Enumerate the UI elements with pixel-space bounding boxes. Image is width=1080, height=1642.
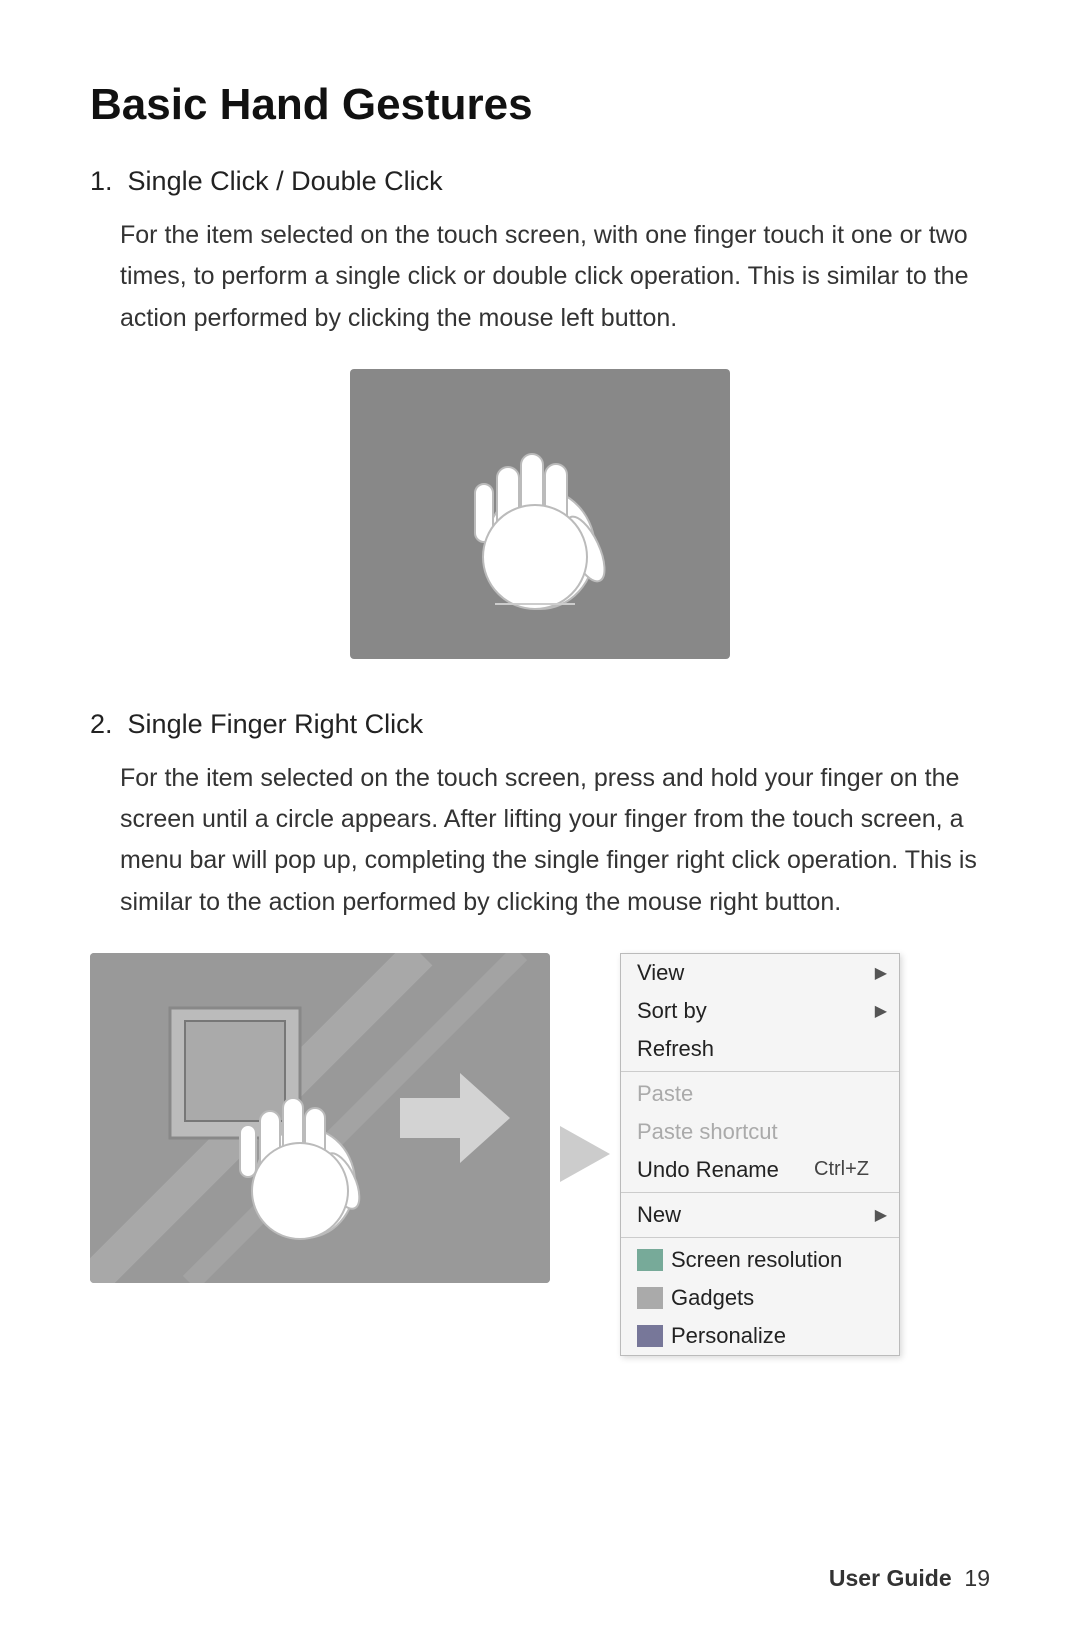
arrow-container [550,953,620,1356]
single-click-hand-icon [455,409,625,619]
single-click-gesture-box [350,369,730,659]
section1-body: For the item selected on the touch scree… [120,215,990,339]
right-click-gesture-box [90,953,550,1283]
right-arrow-icon [560,1126,610,1182]
right-click-layout: View Sort by Refresh Paste Paste shortcu… [90,953,990,1356]
menu-item-screen-resolution-label: Screen resolution [671,1247,842,1273]
menu-item-screen-resolution[interactable]: Screen resolution [621,1241,899,1279]
menu-item-refresh[interactable]: Refresh [621,1030,899,1068]
menu-item-sort-by[interactable]: Sort by [621,992,899,1030]
menu-separator-2 [621,1192,899,1193]
section2-body: For the item selected on the touch scree… [120,758,990,923]
section1-title: 1. Single Click / Double Click [90,166,990,197]
footer-page: 19 [964,1565,990,1591]
menu-item-personalize-label: Personalize [671,1323,786,1349]
menu-item-undo-rename-shortcut: Ctrl+Z [814,1158,869,1181]
menu-item-new-label: New [637,1202,681,1228]
menu-item-paste: Paste [621,1075,899,1113]
right-click-illustration [90,953,550,1283]
menu-item-paste-label: Paste [637,1081,693,1107]
menu-item-refresh-label: Refresh [637,1036,714,1062]
menu-item-new[interactable]: New [621,1196,899,1234]
menu-item-paste-shortcut-label: Paste shortcut [637,1119,778,1145]
menu-item-sort-by-label: Sort by [637,998,707,1024]
screen-resolution-icon [637,1249,663,1271]
menu-separator-1 [621,1071,899,1072]
gadgets-icon [637,1287,663,1309]
page-content: Basic Hand Gestures 1. Single Click / Do… [0,0,1080,1486]
menu-item-view-label: View [637,960,684,986]
menu-item-undo-rename[interactable]: Undo Rename Ctrl+Z [621,1151,899,1189]
section-right-click: 2. Single Finger Right Click For the ite… [90,709,990,1356]
menu-item-gadgets[interactable]: Gadgets [621,1279,899,1317]
menu-item-personalize[interactable]: Personalize [621,1317,899,1355]
footer: User Guide 19 [829,1565,990,1592]
section-single-click: 1. Single Click / Double Click For the i… [90,166,990,659]
footer-label: User Guide [829,1565,952,1591]
menu-separator-3 [621,1237,899,1238]
single-click-image-container [90,369,990,659]
personalize-icon [637,1325,663,1347]
menu-item-gadgets-label: Gadgets [671,1285,754,1311]
menu-item-paste-shortcut: Paste shortcut [621,1113,899,1151]
context-menu: View Sort by Refresh Paste Paste shortcu… [620,953,900,1356]
menu-item-view[interactable]: View [621,954,899,992]
section2-title: 2. Single Finger Right Click [90,709,990,740]
menu-item-undo-rename-label: Undo Rename [637,1157,779,1183]
page-title: Basic Hand Gestures [90,80,990,130]
